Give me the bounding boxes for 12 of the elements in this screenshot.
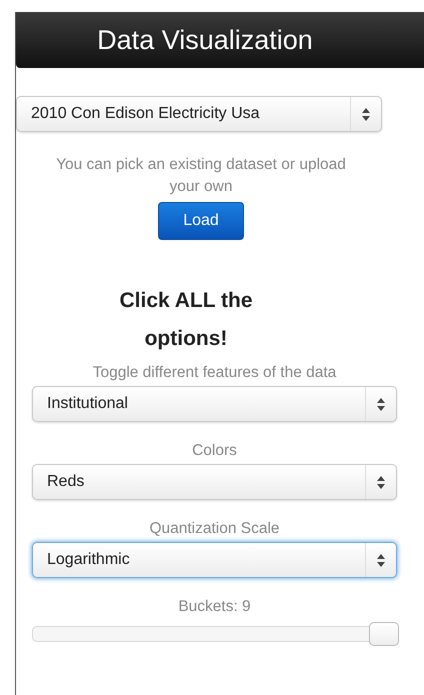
select-dropdown[interactable]: Logarithmic: [32, 542, 397, 578]
select-dropdown[interactable]: Reds: [32, 464, 397, 500]
select-dropdown[interactable]: Institutional: [32, 386, 397, 422]
select-dropdown[interactable]: 2010 Con Edison Electricity Usa: [16, 96, 382, 132]
control-label: Colors: [191, 442, 238, 460]
control-label: Quantization Scale: [148, 520, 281, 538]
heading: Click ALL the options!: [118, 288, 254, 352]
hint-text: You can pick an existing dataset or upload your own: [56, 155, 346, 197]
load-button[interactable]: Load: [158, 202, 244, 240]
control-label: Toggle different features of the data: [92, 364, 338, 382]
app-title: Data Visualization: [97, 24, 313, 56]
buckets-label: Buckets: 9: [177, 598, 252, 616]
